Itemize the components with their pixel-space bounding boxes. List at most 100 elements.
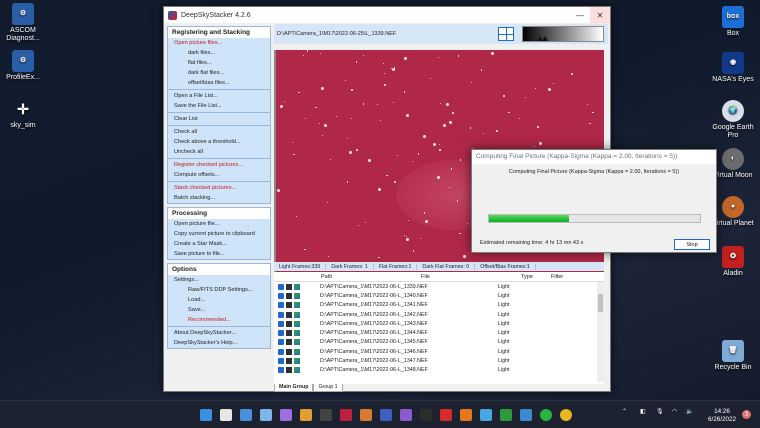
checkbox[interactable]	[278, 311, 284, 318]
table-row[interactable]: D:\APT\Camera_1\M17\2022-06-25\ L_1342.NE…	[274, 310, 604, 319]
menu-item[interactable]: flat files...	[168, 58, 270, 68]
desktop-shortcut[interactable]: ✛ sky_sim	[0, 98, 46, 130]
windows-start-icon[interactable]	[200, 409, 212, 421]
col-type[interactable]: Type	[518, 274, 548, 280]
dialog-title: Computing Final Picture (Kappa-Sigma (Ka…	[472, 150, 716, 164]
desktop-shortcut[interactable]: box Box	[710, 6, 756, 38]
whatsapp-icon[interactable]	[540, 409, 552, 421]
app-tray-icon[interactable]: ◧	[640, 408, 646, 415]
checkbox[interactable]	[278, 330, 284, 337]
chevron-up-icon[interactable]: ⌃	[622, 408, 627, 415]
desktop-shortcut[interactable]: ◉ NASA's Eyes	[710, 52, 756, 84]
menu-item[interactable]: Clear List	[168, 114, 270, 124]
app-icon[interactable]	[520, 409, 532, 421]
menu-item[interactable]: Settings...	[168, 275, 270, 285]
checkbox[interactable]	[278, 358, 284, 365]
app-icon[interactable]	[440, 409, 452, 421]
widgets-icon[interactable]	[260, 409, 272, 421]
stop-button[interactable]: Stop	[674, 239, 710, 250]
menu-item[interactable]: Raw/FITS DDP Settings...	[168, 285, 270, 295]
col-file[interactable]: File	[418, 274, 518, 280]
menu-item[interactable]: DeepSkyStacker's Help...	[168, 338, 270, 348]
star	[304, 248, 306, 251]
menu-item[interactable]: dark flat files...	[168, 68, 270, 78]
menu-item[interactable]: Load...	[168, 295, 270, 305]
notification-badge[interactable]: 3	[742, 410, 751, 419]
star	[315, 106, 317, 109]
task-view-icon[interactable]	[240, 409, 252, 421]
star	[291, 142, 293, 144]
microphone-icon[interactable]: 🎙	[656, 408, 664, 415]
menu-item[interactable]: Recommended...	[168, 315, 270, 325]
mid-point-handle[interactable]	[542, 36, 548, 41]
table-row[interactable]: D:\APT\Camera_1\M17\2022-06-25\ L_1348.NE…	[274, 366, 604, 375]
histogram-slider[interactable]	[522, 26, 604, 42]
shield-icon[interactable]	[500, 409, 512, 421]
sharpcap-icon[interactable]	[300, 409, 312, 421]
menu-item[interactable]: About DeepSkyStacker...	[168, 328, 270, 338]
checkbox[interactable]	[278, 302, 284, 309]
menu-item[interactable]: dark files...	[168, 48, 270, 58]
menu-item[interactable]: Stack checked pictures...	[168, 183, 270, 193]
astap-icon[interactable]	[420, 409, 432, 421]
table-row[interactable]: D:\APT\Camera_1\M17\2022-06-25\ L_1339.NE…	[274, 282, 604, 291]
star	[384, 84, 386, 86]
chrome-icon[interactable]	[560, 409, 572, 421]
clock[interactable]: 14:26 6/26/2022	[708, 408, 736, 424]
menu-item[interactable]: Batch stacking...	[168, 193, 270, 203]
table-row[interactable]: D:\APT\Camera_1\M17\2022-06-25\ L_1346.NE…	[274, 347, 604, 356]
table-row[interactable]: D:\APT\Camera_1\M17\2022-06-25\ L_1347.NE…	[274, 356, 604, 365]
minimize-button[interactable]: —	[570, 7, 590, 23]
col-path[interactable]: Path	[318, 274, 418, 280]
checkbox[interactable]	[278, 283, 284, 290]
menu-item[interactable]: Save picture to file...	[168, 249, 270, 259]
chat-icon[interactable]	[280, 409, 292, 421]
checkbox[interactable]	[278, 339, 284, 346]
deepskystacker-icon[interactable]	[340, 409, 352, 421]
desktop-shortcut[interactable]: ⚙ ASCOM Diagnost...	[0, 3, 46, 43]
app-icon[interactable]	[480, 409, 492, 421]
checkbox[interactable]	[278, 292, 284, 299]
menu-item[interactable]: Uncheck all	[168, 147, 270, 157]
table-row[interactable]: D:\APT\Camera_1\M17\2022-06-25\ L_1341.NE…	[274, 301, 604, 310]
checkbox[interactable]	[278, 348, 284, 355]
star	[587, 103, 589, 105]
menu-item[interactable]: Save...	[168, 305, 270, 315]
table-row[interactable]: D:\APT\Camera_1\M17\2022-06-25\ L_1340.NE…	[274, 291, 604, 300]
four-corners-icon[interactable]	[498, 27, 514, 41]
pixinsight-icon[interactable]	[380, 409, 392, 421]
tab-group-1[interactable]: Group 1	[313, 384, 343, 392]
volume-icon[interactable]: 🔈	[686, 408, 693, 415]
menu-item[interactable]: Check above a threshold...	[168, 137, 270, 147]
ascom-icon[interactable]	[400, 409, 412, 421]
desktop-shortcut[interactable]: ⚙ ProfileEx...	[0, 50, 46, 82]
menu-item[interactable]: Create a Star Mask...	[168, 239, 270, 249]
search-icon[interactable]	[220, 409, 232, 421]
menu-item[interactable]: Copy current picture to clipboard	[168, 229, 270, 239]
table-row[interactable]: D:\APT\Camera_1\M17\2022-06-25\ L_1344.NE…	[274, 328, 604, 337]
menu-item[interactable]: Check all	[168, 127, 270, 137]
menu-item[interactable]: Open a File List...	[168, 91, 270, 101]
tab-main-group[interactable]: Main Group	[274, 384, 314, 392]
vertical-scrollbar[interactable]	[597, 282, 604, 382]
desktop-shortcut[interactable]: 🌍 Google Earth Pro	[710, 100, 756, 140]
menu-item[interactable]: Compute offsets...	[168, 170, 270, 180]
app-logo-icon	[168, 10, 177, 20]
checkbox[interactable]	[278, 367, 284, 374]
menu-item[interactable]: offset/bias files...	[168, 78, 270, 88]
app-icon[interactable]	[360, 409, 372, 421]
menu-item[interactable]: Save the File List...	[168, 101, 270, 111]
wifi-icon[interactable]: ◠	[672, 408, 677, 415]
stellarium-icon[interactable]	[320, 409, 332, 421]
menu-item[interactable]: Open picture file...	[168, 219, 270, 229]
menu-item[interactable]: Open picture files...	[168, 38, 270, 48]
table-row[interactable]: D:\APT\Camera_1\M17\2022-06-25\ L_1345.NE…	[274, 338, 604, 347]
desktop-shortcut[interactable]: 🗑 Recycle Bin	[710, 340, 756, 372]
checkbox[interactable]	[278, 320, 284, 327]
col-filter[interactable]: Filter	[548, 274, 588, 280]
close-button[interactable]: ✕	[590, 7, 610, 23]
vlc-icon[interactable]	[460, 409, 472, 421]
table-row[interactable]: D:\APT\Camera_1\M17\2022-06-25\ L_1343.NE…	[274, 319, 604, 328]
menu-item[interactable]: Register checked pictures...	[168, 160, 270, 170]
title-bar[interactable]: DeepSkyStacker 4.2.6 — ✕	[164, 7, 610, 23]
